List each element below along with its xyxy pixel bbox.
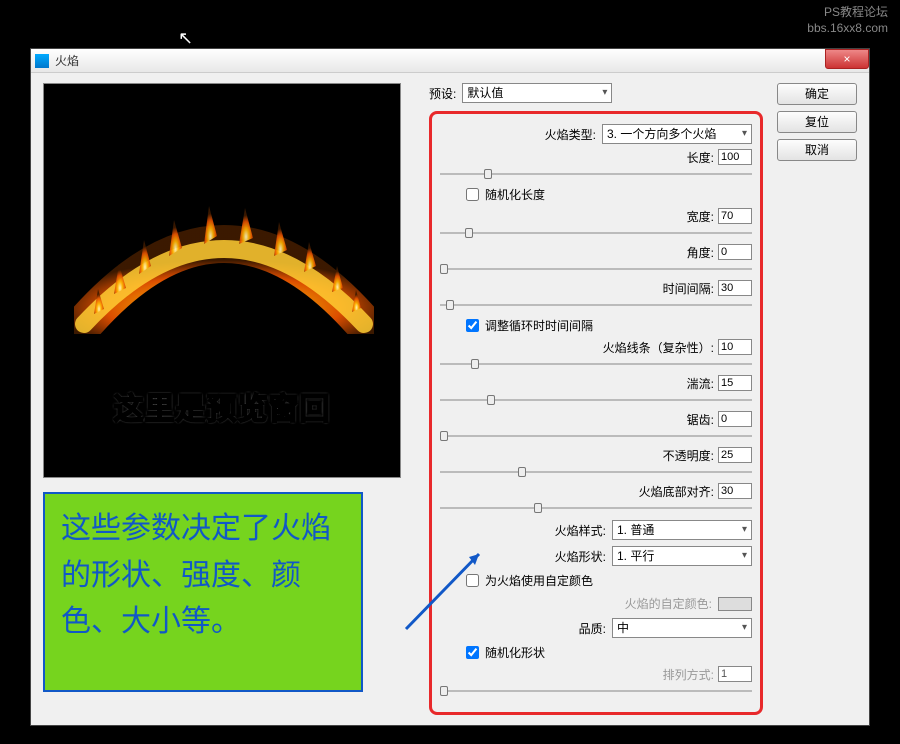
custom-color-label: 为火焰使用自定颜色 [485, 572, 593, 589]
quality-label: 品质: [579, 620, 606, 637]
close-button[interactable]: × [825, 49, 869, 69]
interval-input[interactable] [718, 280, 752, 296]
turbulence-input[interactable] [718, 375, 752, 391]
angle-label: 角度: [687, 244, 714, 261]
angle-slider[interactable] [440, 263, 752, 275]
preview-area: 这里是预览窗回 [43, 83, 401, 478]
length-label: 长度: [687, 149, 714, 166]
watermark: PS教程论坛 bbs.16xx8.com [807, 5, 888, 36]
annotation-arrow [401, 549, 501, 649]
titlebar: 火焰 × [31, 49, 869, 73]
complexity-label: 火焰线条（复杂性）: [603, 339, 714, 356]
custom-color-swatch [718, 597, 752, 611]
interval-slider[interactable] [440, 299, 752, 311]
bottom-align-slider[interactable] [440, 502, 752, 514]
length-slider[interactable] [440, 168, 752, 180]
app-icon [35, 54, 49, 68]
random-length-label: 随机化长度 [485, 186, 545, 203]
flame-type-label: 火焰类型: [545, 126, 596, 143]
angle-input[interactable] [718, 244, 752, 260]
width-label: 宽度: [687, 208, 714, 225]
cancel-button[interactable]: 取消 [777, 139, 857, 161]
jag-input[interactable] [718, 411, 752, 427]
quality-dropdown[interactable]: 中 [612, 618, 752, 638]
width-slider[interactable] [440, 227, 752, 239]
flame-style-dropdown[interactable]: 1. 普通 [612, 520, 752, 540]
custom-color-field-label: 火焰的自定颜色: [625, 595, 712, 612]
flame-shape-label: 火焰形状: [555, 548, 606, 565]
bottom-align-label: 火焰底部对齐: [639, 483, 714, 500]
arrangement-slider [440, 685, 752, 697]
preset-label: 预设: [429, 85, 456, 102]
arrangement-label: 排列方式: [663, 666, 714, 683]
preset-dropdown[interactable]: 默认值 [462, 83, 612, 103]
flame-style-label: 火焰样式: [555, 522, 606, 539]
opacity-slider[interactable] [440, 466, 752, 478]
complexity-input[interactable] [718, 339, 752, 355]
random-length-checkbox[interactable] [466, 188, 479, 201]
watermark-l2: bbs.16xx8.com [807, 21, 888, 37]
ok-button[interactable]: 确定 [777, 83, 857, 105]
flame-dialog: 火焰 × [30, 48, 870, 726]
preview-caption: 这里是预览窗回 [44, 384, 400, 428]
dialog-title: 火焰 [55, 52, 79, 69]
length-input[interactable] [718, 149, 752, 165]
complexity-slider[interactable] [440, 358, 752, 370]
opacity-label: 不透明度: [663, 447, 714, 464]
flame-type-dropdown[interactable]: 3. 一个方向多个火焰 [602, 124, 752, 144]
interval-label: 时间间隔: [663, 280, 714, 297]
adjust-loop-checkbox[interactable] [466, 319, 479, 332]
bottom-align-input[interactable] [718, 483, 752, 499]
flame-shape-dropdown[interactable]: 1. 平行 [612, 546, 752, 566]
watermark-l1: PS教程论坛 [807, 5, 888, 21]
reset-button[interactable]: 复位 [777, 111, 857, 133]
turbulence-label: 湍流: [687, 375, 714, 392]
adjust-loop-label: 调整循环时时间间隔 [485, 317, 593, 334]
opacity-input[interactable] [718, 447, 752, 463]
jag-slider[interactable] [440, 430, 752, 442]
arrangement-input [718, 666, 752, 682]
annotation-box: 这些参数决定了火焰的形状、强度、颜色、大小等。 [43, 492, 363, 692]
flame-preview-graphic [74, 204, 374, 334]
width-input[interactable] [718, 208, 752, 224]
mouse-cursor: ↖ [178, 28, 193, 49]
jag-label: 锯齿: [687, 411, 714, 428]
turbulence-slider[interactable] [440, 394, 752, 406]
